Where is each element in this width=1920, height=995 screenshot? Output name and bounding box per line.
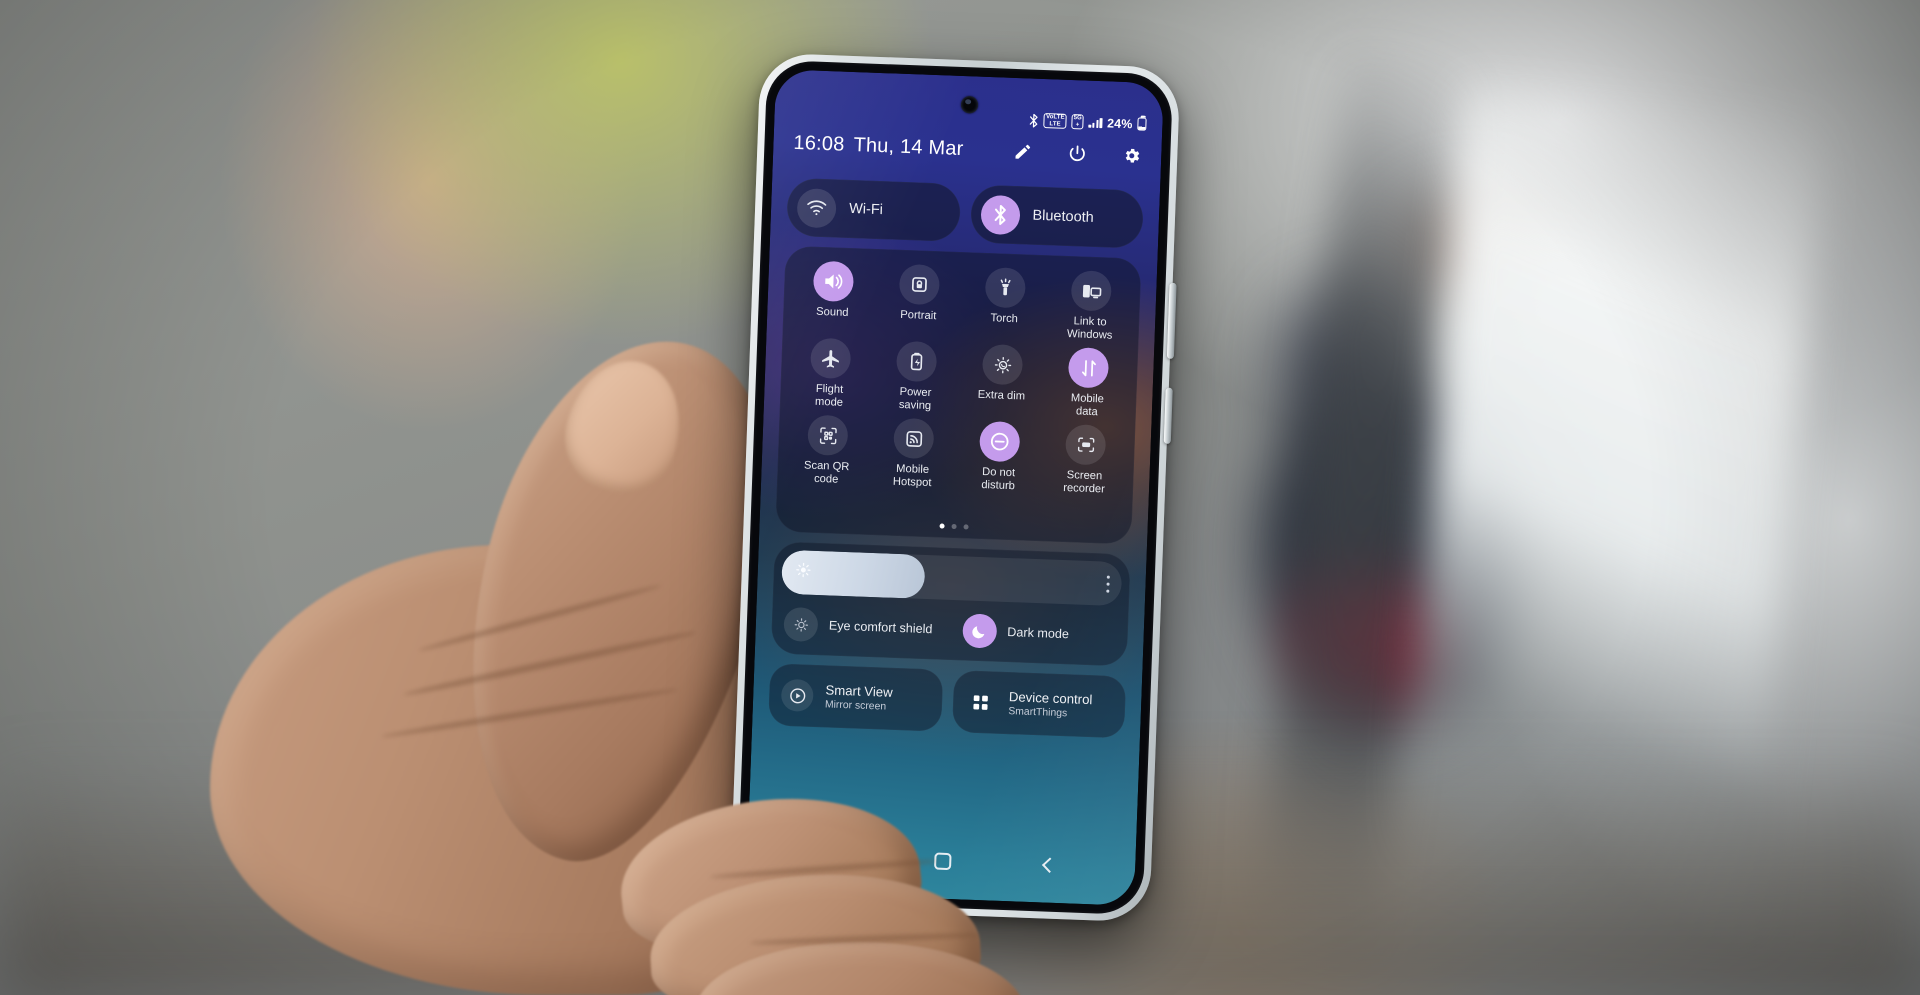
tile-portrait[interactable]: Portrait [875, 263, 964, 337]
toggle-bluetooth-label: Bluetooth [1032, 207, 1095, 226]
tile-label: Torch [990, 312, 1019, 326]
clock-block: 16:08 Thu, 14 Mar [793, 132, 964, 161]
bluetooth-icon [979, 194, 1021, 235]
header-actions [1013, 141, 1146, 166]
signal-bars-icon [1088, 117, 1103, 129]
kebab-menu-icon[interactable] [1105, 575, 1110, 593]
5g-icon: 5G + [1071, 114, 1084, 130]
power-icon[interactable] [1067, 143, 1088, 164]
toggle-bluetooth[interactable]: Bluetooth [969, 184, 1145, 249]
front-camera-icon [960, 95, 979, 114]
volte-bottom-text: LTE [1049, 120, 1061, 128]
tile-mobile-data[interactable]: Mobile data [1044, 346, 1133, 420]
rotation-lock-icon [898, 263, 941, 306]
tile-label: Mobile data [1070, 392, 1105, 419]
header-row: 16:08 Thu, 14 Mar [793, 132, 1146, 168]
tile-label: Screen recorder [1062, 469, 1106, 496]
tile-link-to-windows[interactable]: Link to Windows [1046, 269, 1135, 343]
link-to-windows-icon [1070, 270, 1113, 312]
photo-scene: VoLTE LTE 5G + 24% 16:08 Thu, 14 Mar Wi-… [0, 0, 1920, 995]
wifi-icon [796, 187, 837, 228]
flashlight-icon [984, 266, 1027, 309]
toggle-wifi-label: Wi-Fi [848, 200, 884, 219]
screen-recorder-icon [1064, 424, 1107, 466]
settings-gear-icon[interactable] [1122, 146, 1142, 166]
clock-time: 16:08 [793, 131, 845, 156]
tile-label: Portrait [900, 308, 937, 323]
toggle-wifi[interactable]: Wi-Fi [786, 177, 961, 242]
tile-label: Sound [815, 305, 849, 319]
fiveg-bottom-text: + [1075, 121, 1080, 128]
bluetooth-icon [1030, 113, 1040, 128]
tile-label: Link to Windows [1066, 315, 1113, 342]
mobile-data-icon [1067, 347, 1110, 389]
speaker-icon [812, 260, 855, 303]
battery-icon [1137, 117, 1147, 131]
battery-percent-text: 24% [1106, 115, 1133, 131]
tile-sound[interactable]: Sound [789, 260, 878, 334]
volte-icon: VoLTE LTE [1043, 113, 1067, 130]
top-toggle-row: Wi-Fi Bluetooth [786, 177, 1145, 249]
finger-group [150, 330, 1050, 995]
tile-screen-recorder[interactable]: Screen recorder [1041, 423, 1130, 497]
edit-pencil-icon[interactable] [1013, 142, 1033, 162]
clock-date: Thu, 14 Mar [853, 134, 964, 161]
status-bar: VoLTE LTE 5G + 24% [1030, 113, 1147, 132]
